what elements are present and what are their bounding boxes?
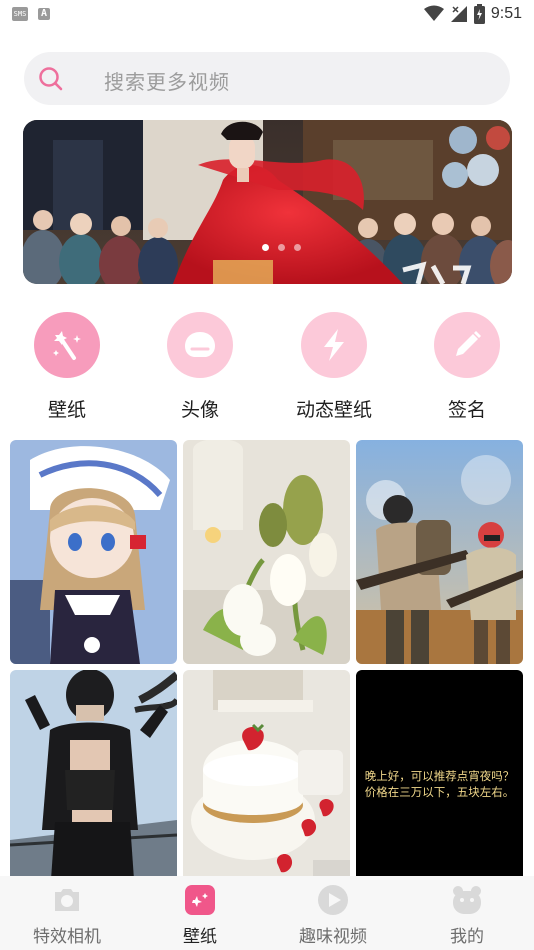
wallpaper-thumbnail[interactable] <box>10 440 177 664</box>
banner-image[interactable] <box>23 120 512 284</box>
cell-signal-icon <box>450 6 467 22</box>
battery-icon <box>473 4 485 24</box>
wallpaper-thumbnail[interactable] <box>183 670 350 894</box>
status-bar: SMS A 9:51 <box>0 0 534 30</box>
a-notification-icon: A <box>38 8 50 20</box>
wallpaper-caption: 晚上好，可以推荐点宵夜吗？价格在三万以下，五块左右。 <box>364 769 515 799</box>
category-signature[interactable]: 签名 <box>407 310 527 422</box>
wallpaper-tile[interactable]: 晚上好，可以推荐点宵夜吗？价格在三万以下，五块左右。 <box>356 670 523 894</box>
nav-label[interactable]: 壁纸 <box>133 922 267 947</box>
banner-dot[interactable] <box>262 244 269 251</box>
avatar-bubble-icon <box>185 332 215 357</box>
banner-carousel[interactable] <box>23 120 512 284</box>
bottom-navigation: 特效相机 壁纸 趣味视频 我的 <box>0 876 534 950</box>
banner-dot[interactable] <box>294 244 301 251</box>
search-bar[interactable]: 搜索更多视频 <box>24 52 510 105</box>
banner-pagination <box>23 244 512 251</box>
wallpaper-tile[interactable] <box>356 440 523 664</box>
nav-label[interactable]: 我的 <box>400 922 534 947</box>
category-wallpaper[interactable]: 壁纸 <box>7 310 127 422</box>
category-circle[interactable] <box>167 312 233 378</box>
wallpaper-thumbnail[interactable] <box>183 440 350 664</box>
category-row: 壁纸 头像 动态壁纸 签名 <box>0 310 534 422</box>
category-circle[interactable] <box>434 312 500 378</box>
category-label[interactable]: 签名 <box>407 395 527 422</box>
sms-notification-icon: SMS <box>12 7 28 21</box>
nav-effect-camera[interactable]: 特效相机 <box>0 876 134 950</box>
profile-icon[interactable] <box>451 884 483 916</box>
wallpaper-tile[interactable] <box>10 440 177 664</box>
status-time: 9:51 <box>490 5 522 22</box>
lightning-icon <box>324 329 344 361</box>
category-circle[interactable] <box>34 312 100 378</box>
wallpaper-thumbnail[interactable] <box>356 440 523 664</box>
category-label[interactable]: 壁纸 <box>7 395 127 422</box>
nav-profile[interactable]: 我的 <box>400 876 534 950</box>
wallpaper-tile[interactable] <box>10 670 177 894</box>
camera-icon[interactable] <box>51 884 83 916</box>
search-icon[interactable] <box>38 66 64 92</box>
category-live-wallpaper[interactable]: 动态壁纸 <box>274 310 394 422</box>
nav-wallpaper[interactable]: 壁纸 <box>133 876 267 950</box>
search-input[interactable]: 搜索更多视频 <box>104 66 230 95</box>
wifi-icon <box>423 5 444 21</box>
category-label[interactable]: 头像 <box>140 395 260 422</box>
pencil-icon <box>456 331 481 356</box>
wallpaper-icon[interactable] <box>184 884 216 916</box>
magic-wand-icon <box>53 331 81 360</box>
nav-label[interactable]: 特效相机 <box>0 922 134 947</box>
category-avatar[interactable]: 头像 <box>140 310 260 422</box>
nav-fun-video[interactable]: 趣味视频 <box>266 876 400 950</box>
play-icon[interactable] <box>317 884 349 916</box>
banner-dot[interactable] <box>278 244 285 251</box>
nav-label[interactable]: 趣味视频 <box>266 922 400 947</box>
category-circle[interactable] <box>301 312 367 378</box>
wallpaper-tile[interactable] <box>183 440 350 664</box>
category-label[interactable]: 动态壁纸 <box>274 395 394 422</box>
wallpaper-tile[interactable] <box>183 670 350 894</box>
wallpaper-thumbnail[interactable] <box>10 670 177 894</box>
